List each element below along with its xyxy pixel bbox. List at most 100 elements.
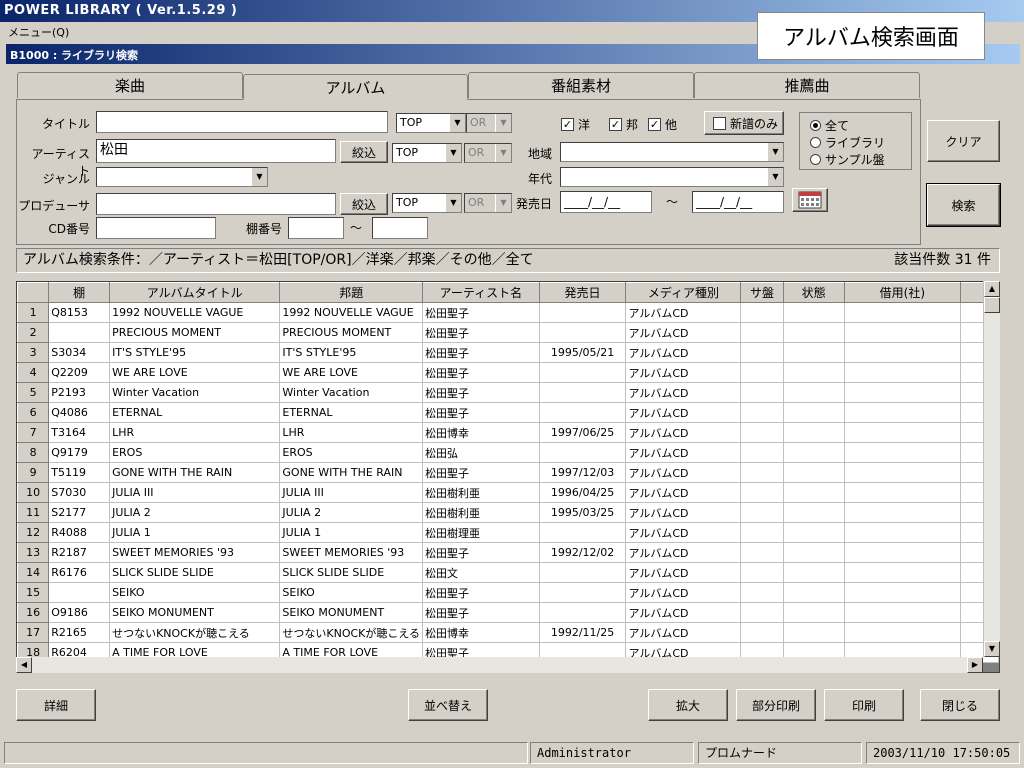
radio-all[interactable]: 全て: [810, 117, 849, 134]
table-row[interactable]: 4 Q2209 WE ARE LOVE WE ARE LOVE 松田聖子 アルバムCD: [17, 362, 999, 383]
column-header[interactable]: サ盤: [740, 282, 784, 303]
table-cell: [539, 302, 627, 323]
table-row[interactable]: 16 O9186 SEIKO MONUMENT SEIKO MONUMENT 松田聖子ア…: [17, 602, 999, 623]
horizontal-scrollbar[interactable]: ◀ ▶: [16, 657, 983, 673]
radio-library[interactable]: ライブラリ: [810, 134, 885, 151]
table-row[interactable]: 12 R4088 JULIA 1 JULIA 1 松田樹理亜 アルバムCD: [17, 522, 999, 543]
artist-narrow-button[interactable]: 絞込: [340, 141, 388, 163]
column-header[interactable]: 棚: [48, 282, 111, 303]
release-to-input[interactable]: ____/__/__: [692, 191, 784, 213]
artist-input[interactable]: 松田: [96, 139, 336, 163]
sort-button[interactable]: 並べ替え: [408, 689, 488, 721]
scroll-left-icon[interactable]: ◀: [16, 657, 32, 673]
table-cell: JULIA 2: [109, 502, 281, 523]
table-cell: SEIKO MONUMENT: [109, 602, 281, 623]
table-row[interactable]: 8 Q9179 EROS EROS 松田弘 アルバムCD: [17, 442, 999, 463]
table-row[interactable]: 1 Q8153 1992 NOUVELLE VAGUE 1992 NOUVELLE V…: [17, 302, 999, 323]
check-other[interactable]: ✓ 他: [648, 116, 677, 133]
column-header[interactable]: 邦題: [279, 282, 424, 303]
scroll-down-icon[interactable]: ▼: [984, 641, 1000, 657]
era-select[interactable]: ▼: [560, 167, 784, 187]
table-row[interactable]: 15 SEIKO SEIKO 松田聖子 アルバムCD: [17, 582, 999, 603]
table-row[interactable]: 11 S2177 JULIA 2 JULIA 2 松田樹利亜 1995/03/25 アルバム…: [17, 502, 999, 523]
table-cell: SWEET MEMORIES '93: [279, 542, 424, 563]
row-number: 15: [17, 582, 50, 603]
table-row[interactable]: 9 T5119 GONE WITH THE RAIN GONE WITH THE RA…: [17, 462, 999, 483]
source-radio-group: 全て ライブラリ サンプル盤: [799, 112, 912, 170]
column-header[interactable]: アーティスト名: [422, 282, 540, 303]
close-button[interactable]: 閉じる: [920, 689, 1000, 721]
shelf-to-input[interactable]: [372, 217, 428, 239]
check-western[interactable]: ✓ 洋: [561, 116, 590, 133]
table-cell: [783, 562, 845, 583]
table-cell: [844, 602, 961, 623]
genre-select[interactable]: ▼: [96, 167, 268, 187]
table-row[interactable]: 6 Q4086 ETERNAL ETERNAL 松田聖子 アルバムCD: [17, 402, 999, 423]
column-header[interactable]: 発売日: [538, 282, 627, 303]
table-row[interactable]: 3 S3034 IT'S STYLE'95 IT'S STYLE'95 松田聖子 1995…: [17, 342, 999, 363]
region-select[interactable]: ▼: [560, 142, 784, 162]
scroll-thumb[interactable]: [984, 297, 1000, 313]
era-label: 年代: [527, 172, 552, 186]
table-row[interactable]: 5 P2193 Winter Vacation Winter Vacation 松田聖子…: [17, 382, 999, 403]
tab-recommended[interactable]: 推薦曲: [694, 72, 920, 98]
status-bar: Administrator プロムナード 2003/11/10 17:50:05: [0, 738, 1024, 768]
table-row[interactable]: 17 R2165 せつないKNOCKが聴こえる せつないKNOCKが聴こえる 松田博幸 1…: [17, 622, 999, 643]
scroll-right-icon[interactable]: ▶: [967, 657, 983, 673]
column-header[interactable]: アルバムタイトル: [109, 282, 281, 303]
vertical-scrollbar[interactable]: ▲ ▼: [983, 281, 1000, 657]
table-row[interactable]: 14 R6176 SLICK SLIDE SLIDE SLICK SLIDE SLID…: [17, 562, 999, 583]
table-cell: ETERNAL: [109, 402, 281, 423]
table-cell: [783, 442, 845, 463]
tab-album[interactable]: アルバム: [243, 74, 468, 100]
producer-match-select[interactable]: TOP ▼: [392, 193, 462, 213]
clear-button[interactable]: クリア: [927, 120, 1000, 162]
row-number: 10: [17, 482, 50, 503]
check-mark-icon: ✓: [609, 118, 622, 131]
detail-button[interactable]: 詳細: [16, 689, 96, 721]
table-cell: [539, 442, 627, 463]
table-cell: [740, 322, 784, 343]
table-cell: [844, 502, 961, 523]
calendar-button[interactable]: [792, 188, 828, 212]
results-grid[interactable]: 棚 アルバムタイトル 邦題 アーティスト名 発売日 メディア種別 サ盤 状態 借…: [16, 281, 1000, 673]
table-row[interactable]: 13 R2187 SWEET MEMORIES '93 SWEET MEMORIES …: [17, 542, 999, 563]
producer-narrow-button[interactable]: 絞込: [340, 193, 388, 215]
title-input[interactable]: [96, 111, 388, 133]
release-from-input[interactable]: ____/__/__: [560, 191, 652, 213]
table-cell: せつないKNOCKが聴こえる: [109, 622, 281, 643]
print-button[interactable]: 印刷: [824, 689, 904, 721]
column-header[interactable]: 借用(社): [843, 282, 961, 303]
check-domestic[interactable]: ✓ 邦: [609, 116, 638, 133]
table-cell: アルバムCD: [625, 322, 742, 343]
table-cell: [783, 322, 845, 343]
tab-songs[interactable]: 楽曲: [17, 72, 243, 98]
new-only-toggle[interactable]: 新譜のみ: [704, 111, 784, 135]
scroll-up-icon[interactable]: ▲: [984, 281, 1000, 297]
column-header[interactable]: メディア種別: [625, 282, 742, 303]
table-cell: O9186: [48, 602, 111, 623]
table-cell: 松田聖子: [422, 382, 540, 403]
menu-item[interactable]: メニュー(Q): [8, 24, 69, 40]
column-header[interactable]: 状態: [782, 282, 845, 303]
table-cell: [740, 462, 784, 483]
partial-print-button[interactable]: 部分印刷: [736, 689, 816, 721]
cd-number-label: CD番号: [48, 222, 90, 236]
table-cell: アルバムCD: [625, 582, 742, 603]
zoom-button[interactable]: 拡大: [648, 689, 728, 721]
table-row[interactable]: 2 PRECIOUS MOMENT PRECIOUS MOMENT 松田聖子 アルバムC…: [17, 322, 999, 343]
table-cell: [783, 622, 845, 643]
radio-sample[interactable]: サンプル盤: [810, 151, 885, 168]
producer-input[interactable]: [96, 193, 336, 215]
row-number: 9: [17, 462, 50, 483]
shelf-from-input[interactable]: [288, 217, 344, 239]
table-cell: IT'S STYLE'95: [279, 342, 424, 363]
cd-number-input[interactable]: [96, 217, 216, 239]
table-row[interactable]: 10 S7030 JULIA III JULIA III 松田樹利亜 1996/04/25…: [17, 482, 999, 503]
table-row[interactable]: 7 T3164 LHR LHR 松田博幸 1997/06/25 アルバムCD: [17, 422, 999, 443]
title-match-select[interactable]: TOP ▼: [396, 113, 466, 133]
table-cell: ETERNAL: [279, 402, 424, 423]
tab-program-material[interactable]: 番組素材: [468, 72, 694, 98]
artist-match-select[interactable]: TOP ▼: [392, 143, 462, 163]
search-button[interactable]: 検索: [926, 183, 1001, 227]
